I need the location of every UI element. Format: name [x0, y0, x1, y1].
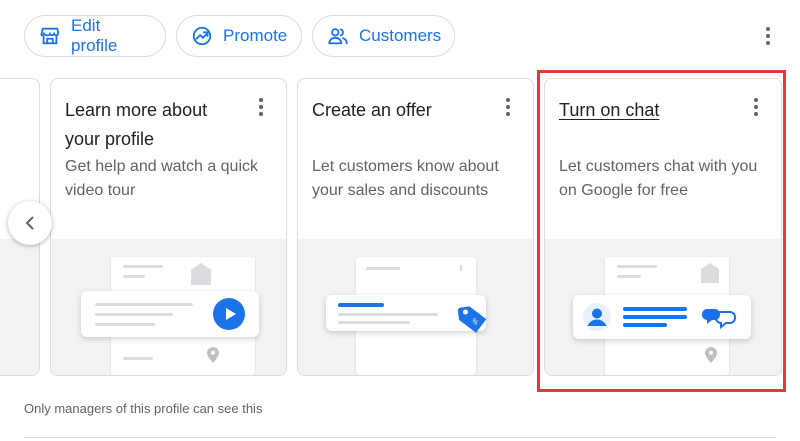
carousel-prev-button[interactable] [8, 201, 52, 245]
offer-illustration: % [298, 239, 533, 375]
video-tour-illustration [51, 239, 286, 375]
card-title[interactable]: Learn more about your profile [65, 96, 240, 154]
card-learn-profile[interactable]: Learn more about your profile Get help a… [50, 78, 287, 376]
card-create-offer[interactable]: Create an offer Let customers know about… [297, 78, 534, 376]
map-pin-icon [207, 347, 219, 363]
card-more-icon[interactable] [506, 98, 510, 116]
storefront-icon [39, 25, 61, 47]
managers-only-note: Only managers of this profile can see th… [24, 401, 263, 416]
customers-label: Customers [359, 26, 442, 45]
highlight-box [537, 70, 786, 392]
card-illustration [0, 239, 39, 375]
customers-button[interactable]: Customers [312, 15, 455, 57]
tag-icon: % [457, 306, 487, 333]
people-icon [327, 25, 349, 47]
promote-label: Promote [223, 26, 288, 45]
edit-profile-button[interactable]: Edit profile [24, 15, 166, 57]
play-icon[interactable] [213, 298, 245, 330]
divider [24, 437, 776, 438]
card-description: Let customers know about your sales and … [312, 158, 499, 199]
edit-profile-label: Edit profile [71, 16, 118, 55]
card-title[interactable]: Create an offer [312, 96, 487, 125]
chevron-left-icon [26, 216, 34, 230]
trending-up-icon [191, 25, 213, 47]
card-more-icon[interactable] [259, 98, 263, 116]
promote-button[interactable]: Promote [176, 15, 302, 57]
card-description: Get help and watch a quick video tour [65, 158, 259, 199]
more-options-icon[interactable] [766, 27, 770, 45]
